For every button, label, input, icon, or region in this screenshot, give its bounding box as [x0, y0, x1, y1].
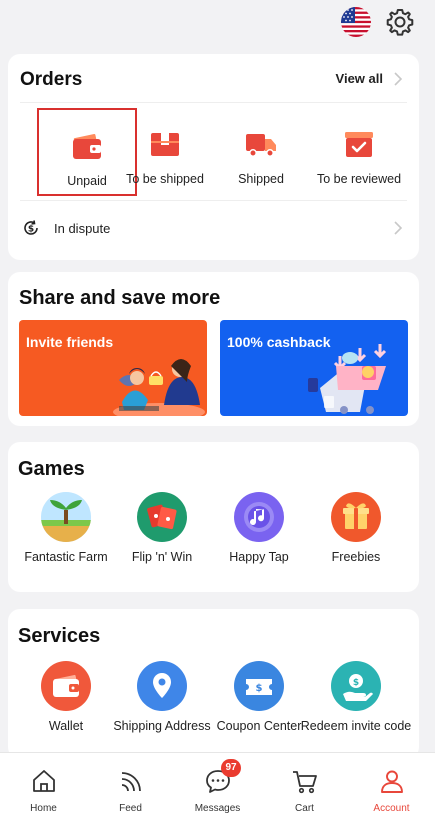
- farm-tree-icon: [41, 492, 91, 542]
- service-redeem-invite-code-label: Redeem invite code: [300, 719, 412, 733]
- nav-feed-label: Feed: [119, 803, 142, 814]
- nav-cart[interactable]: Cart: [261, 753, 348, 823]
- messages-badge: 97: [221, 759, 241, 777]
- chevron-right-icon: [394, 71, 403, 86]
- truck-icon: [245, 128, 277, 160]
- invite-friends-banner[interactable]: Invite friends: [19, 320, 207, 416]
- account-icon: [380, 770, 403, 793]
- game-fantastic-farm[interactable]: Fantastic Farm: [16, 492, 116, 582]
- dispute-dollar-icon: $: [24, 220, 38, 235]
- service-shipping-address[interactable]: Shipping Address: [112, 661, 212, 759]
- package-icon: [149, 128, 181, 160]
- nav-cart-label: Cart: [295, 803, 314, 814]
- games-card: Games Fantastic Farm Flip 'n' Win Happy …: [8, 442, 419, 592]
- order-shipped-label: Shipped: [238, 172, 284, 186]
- share-card: Share and save more Invite friends 100% …: [8, 272, 419, 426]
- order-shipped[interactable]: Shipped: [211, 108, 311, 196]
- nav-account[interactable]: Account: [348, 753, 435, 823]
- view-all-link[interactable]: View all: [336, 71, 403, 86]
- wallet-icon: [41, 661, 91, 711]
- game-freebies[interactable]: Freebies: [306, 492, 406, 582]
- top-bar: [0, 0, 435, 44]
- wallet-icon: [71, 130, 103, 162]
- games-title: Games: [18, 458, 85, 480]
- service-wallet[interactable]: Wallet: [16, 661, 116, 759]
- home-icon: [32, 770, 55, 792]
- services-card: Services Wallet Shipping Address $ Coupo…: [8, 609, 419, 759]
- game-happy-tap[interactable]: Happy Tap: [209, 492, 309, 582]
- svg-text:$: $: [353, 678, 359, 688]
- order-to-be-reviewed-label: To be reviewed: [316, 172, 402, 186]
- nav-messages-label: Messages: [194, 803, 241, 814]
- coupon-icon: $: [234, 661, 284, 711]
- share-title: Share and save more: [19, 287, 221, 309]
- chevron-right-icon: [394, 221, 403, 235]
- game-flip-n-win[interactable]: Flip 'n' Win: [112, 492, 212, 582]
- order-to-be-shipped-label: To be shipped: [126, 172, 204, 186]
- service-coupon-center[interactable]: $ Coupon Center: [209, 661, 309, 759]
- nav-account-label: Account: [373, 803, 410, 814]
- location-pin-icon: [137, 661, 187, 711]
- invite-friends-illustration: [113, 359, 205, 416]
- svg-text:$: $: [256, 683, 263, 694]
- nav-messages[interactable]: 97 Messages: [174, 753, 261, 823]
- divider: [20, 102, 407, 103]
- music-note-icon: [234, 492, 284, 542]
- nav-home-label: Home: [30, 803, 57, 814]
- cart-icon: [292, 771, 317, 794]
- in-dispute-label: In dispute: [54, 220, 111, 236]
- orders-card: Orders View all Unpaid To be shipped Shi…: [8, 54, 419, 260]
- in-dispute-row[interactable]: $ In dispute: [22, 210, 403, 246]
- nav-feed[interactable]: Feed: [87, 753, 174, 823]
- view-all-label: View all: [335, 71, 383, 86]
- order-to-be-reviewed[interactable]: To be reviewed: [309, 108, 409, 196]
- gift-icon: [331, 492, 381, 542]
- svg-text:$: $: [28, 225, 34, 235]
- service-redeem-invite-code[interactable]: $ Redeem invite code: [301, 661, 411, 759]
- bottom-navigation: Home Feed 97 Messages Cart Account: [0, 752, 435, 823]
- feed-icon: [121, 772, 141, 792]
- review-box-icon: [343, 128, 375, 160]
- orders-title: Orders: [20, 69, 83, 90]
- gear-icon[interactable]: [385, 7, 415, 37]
- cashback-illustration: [308, 344, 387, 414]
- nav-home[interactable]: Home: [0, 753, 87, 823]
- cards-icon: [137, 492, 187, 542]
- cashback-banner[interactable]: 100% cashback: [220, 320, 408, 416]
- redeem-hand-coin-icon: $: [331, 661, 381, 711]
- divider: [20, 200, 407, 201]
- order-to-be-shipped[interactable]: To be shipped: [115, 108, 215, 196]
- game-freebies-label: Freebies: [331, 550, 381, 564]
- services-title: Services: [18, 625, 101, 647]
- us-flag-icon[interactable]: [341, 7, 371, 37]
